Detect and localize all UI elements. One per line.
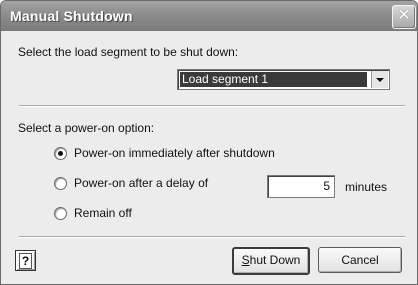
separator [19, 236, 405, 238]
cancel-button[interactable]: Cancel [318, 247, 402, 273]
radio-power-on-delay[interactable] [54, 177, 67, 190]
delay-minutes-value: 5 [323, 179, 330, 193]
delay-minutes-input[interactable]: 5 [267, 175, 335, 198]
help-icon: ? [19, 253, 32, 269]
shut-down-accelerator: S [241, 253, 250, 267]
chevron-down-icon[interactable] [371, 71, 388, 88]
separator [19, 105, 405, 107]
shut-down-button[interactable]: Shut Down [232, 247, 310, 275]
radio-remain-off[interactable] [54, 207, 67, 220]
radio-label-power-on-immediately[interactable]: Power-on immediately after shutdown [74, 146, 275, 160]
manual-shutdown-dialog: Manual Shutdown ✕ Select the load segmen… [0, 0, 418, 285]
delay-unit-label: minutes [345, 180, 388, 194]
load-segment-select[interactable]: Load segment 1 [177, 69, 390, 90]
shut-down-label: hut Down [249, 253, 301, 267]
help-button[interactable]: ? [15, 250, 36, 271]
title-bar[interactable]: Manual Shutdown ✕ [1, 1, 417, 31]
radio-label-power-on-delay[interactable]: Power-on after a delay of [74, 176, 208, 190]
close-button[interactable]: ✕ [392, 5, 416, 29]
load-segment-selected-value: Load segment 1 [180, 72, 367, 87]
radio-power-on-immediately[interactable] [54, 147, 67, 160]
power-on-prompt: Select a power-on option: [18, 121, 155, 135]
segment-prompt: Select the load segment to be shut down: [18, 45, 239, 59]
radio-label-remain-off[interactable]: Remain off [74, 206, 132, 220]
dialog-title: Manual Shutdown [10, 8, 133, 24]
close-icon: ✕ [397, 7, 411, 24]
